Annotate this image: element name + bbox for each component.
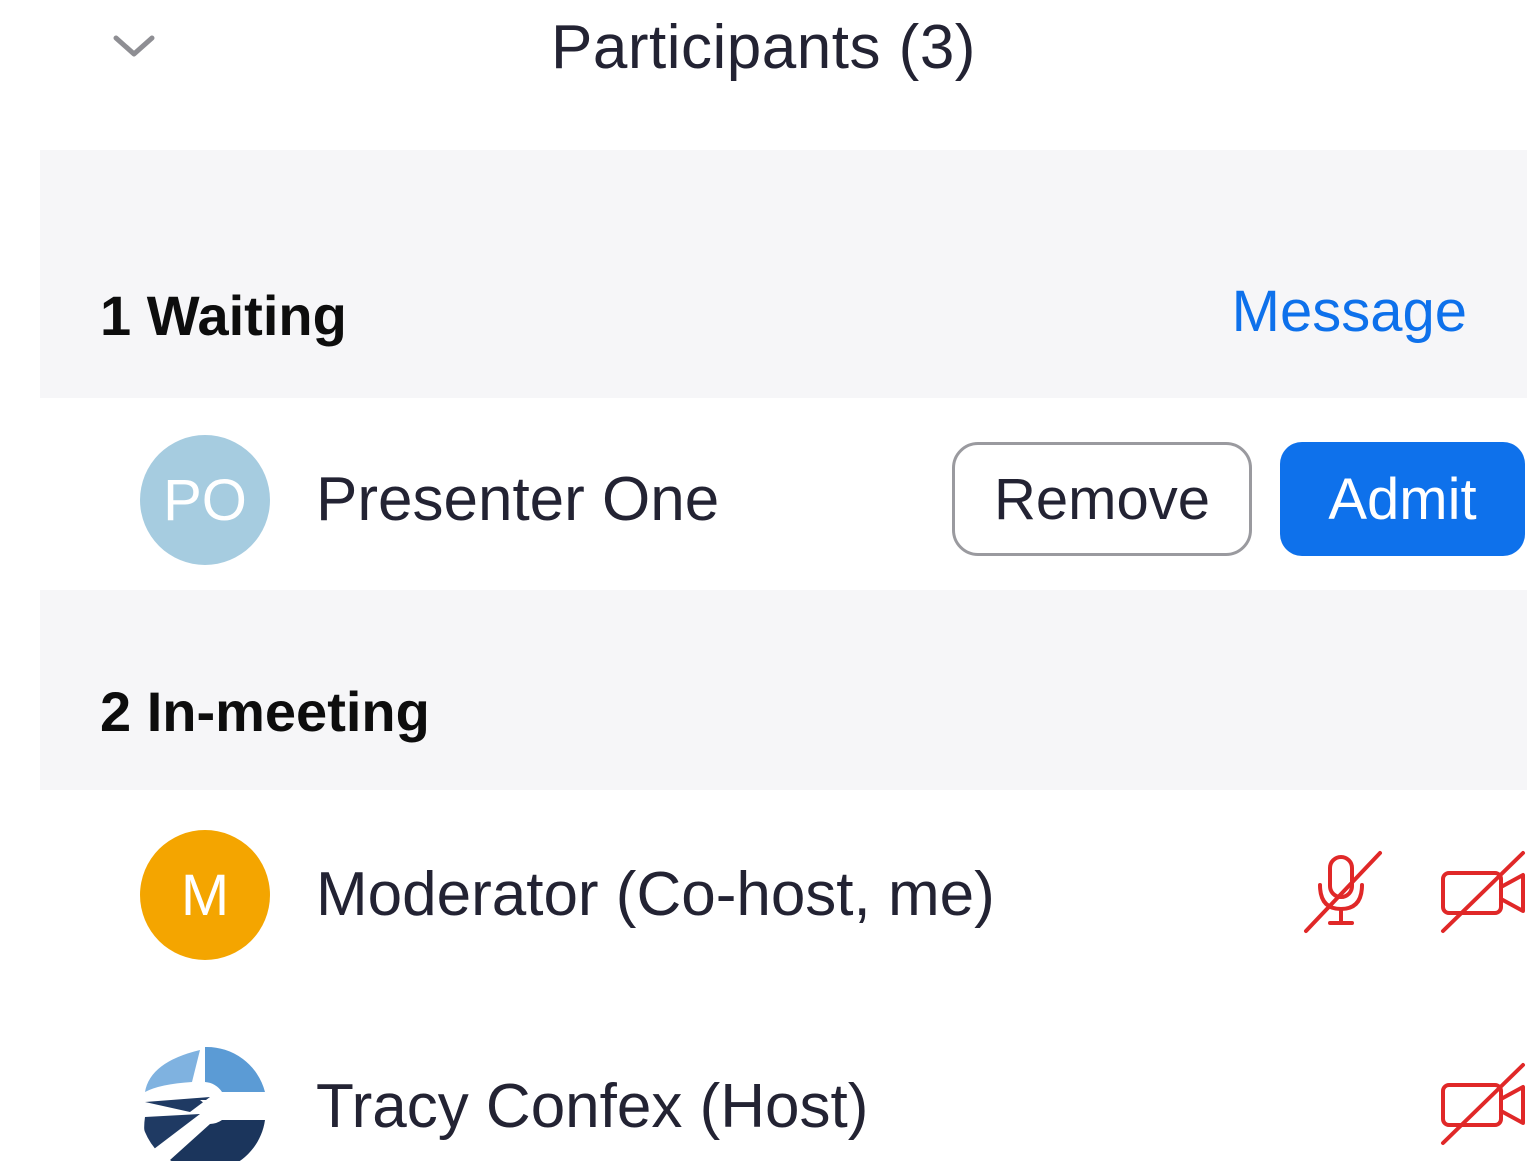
muted-mic-icon[interactable]: [1298, 847, 1388, 937]
avatar-initials: M: [180, 862, 230, 928]
in-meeting-participant-row[interactable]: Tracy Confex (Host): [0, 1037, 1527, 1161]
waiting-section-header: 1 Waiting Message: [40, 150, 1527, 398]
waiting-participant-row: PO Presenter One Remove Admit: [0, 430, 1527, 570]
avatar: M: [140, 830, 270, 960]
participant-name: Moderator (Co-host, me): [316, 860, 995, 929]
confex-logo-avatar: [140, 1042, 270, 1161]
in-meeting-section-header: 2 In-meeting: [40, 590, 1527, 790]
avatar-initials: PO: [163, 467, 247, 533]
participant-name: Tracy Confex (Host): [316, 1072, 869, 1141]
avatar: PO: [140, 435, 270, 565]
video-off-icon[interactable]: [1437, 847, 1527, 937]
remove-button[interactable]: Remove: [952, 442, 1252, 556]
participant-name: Presenter One: [316, 465, 720, 534]
in-meeting-count-label: 2 In-meeting: [100, 680, 430, 743]
in-meeting-participant-row[interactable]: M Moderator (Co-host, me): [0, 825, 1527, 965]
video-off-icon[interactable]: [1437, 1059, 1527, 1149]
participants-panel: Participants (3) 1 Waiting Message PO Pr…: [0, 0, 1527, 1161]
admit-button[interactable]: Admit: [1280, 442, 1525, 556]
message-waiting-link[interactable]: Message: [1232, 278, 1467, 345]
waiting-count-label: 1 Waiting: [100, 284, 347, 347]
panel-title: Participants (3): [551, 13, 976, 82]
panel-header: Participants (3): [0, 0, 1527, 110]
confex-logo-icon: [144, 1046, 265, 1161]
